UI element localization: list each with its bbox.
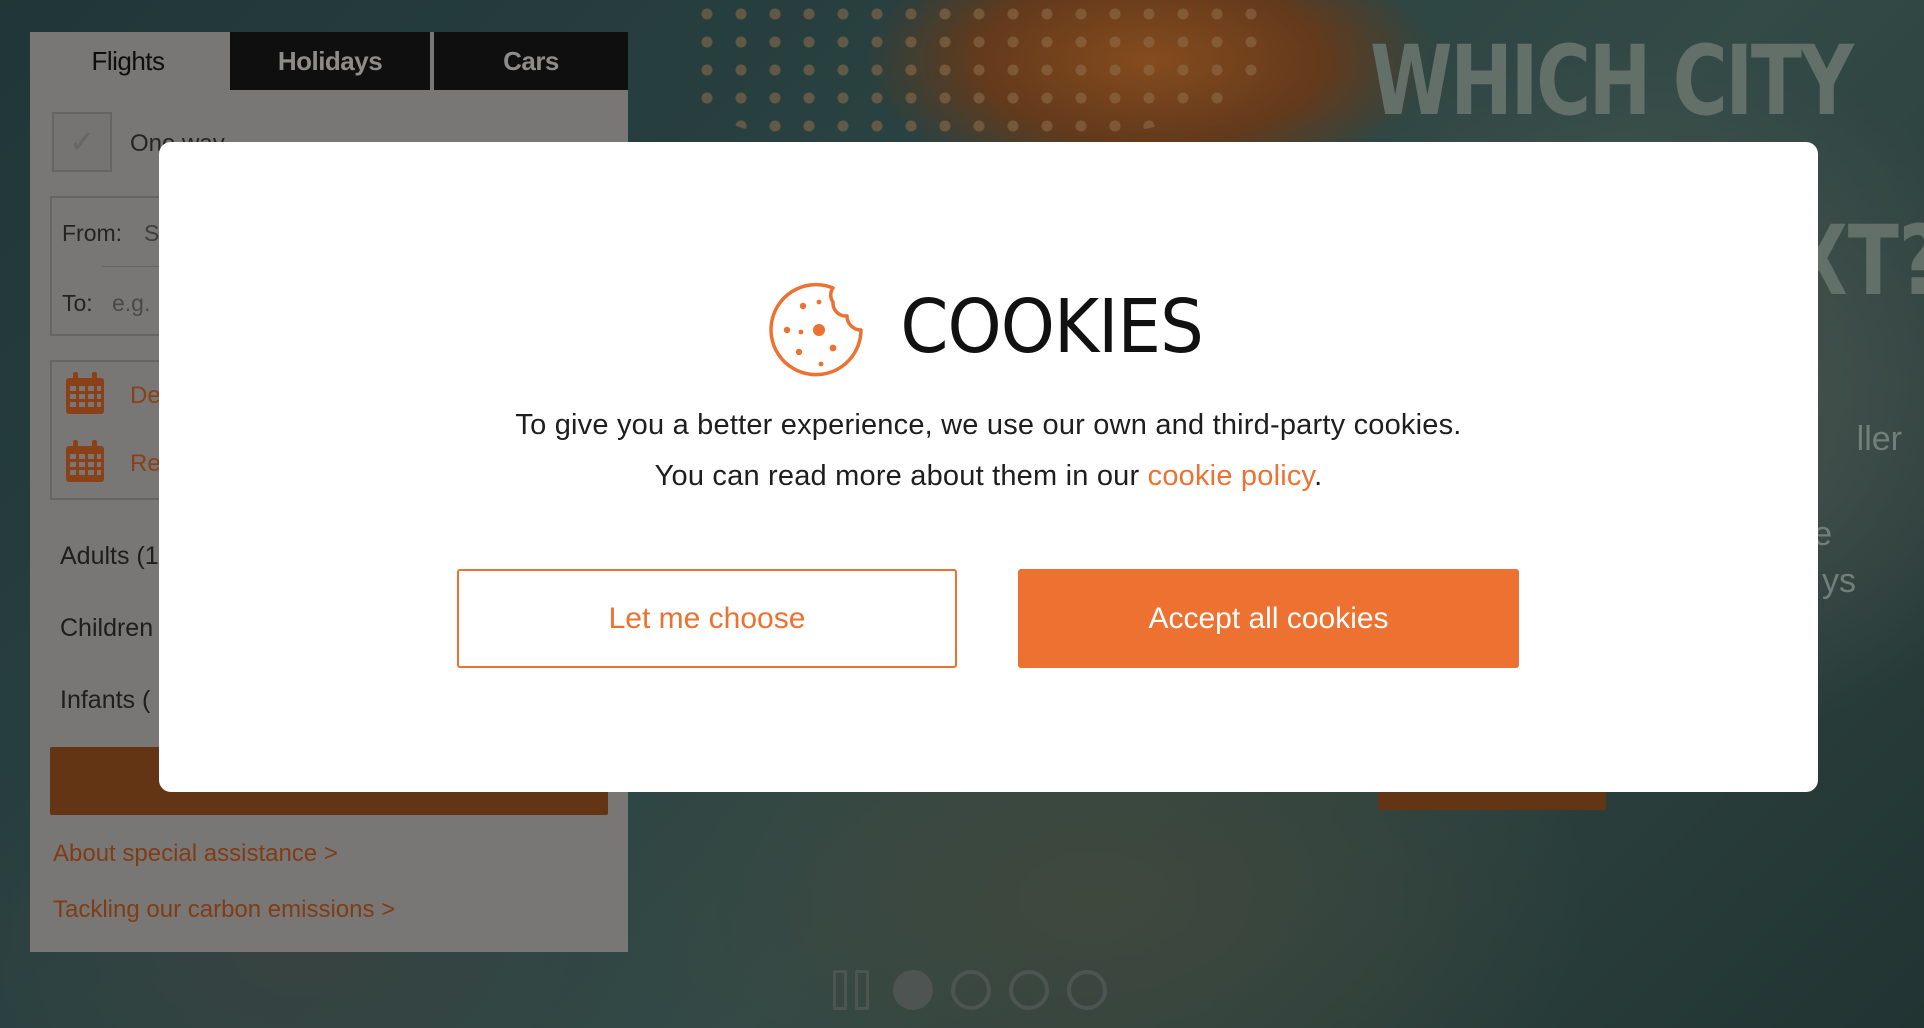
cookie-consent-dialog: COOKIES To give you a better experience,… [159, 142, 1818, 792]
accept-all-cookies-button[interactable]: Accept all cookies [1018, 569, 1519, 668]
cookie-text-suffix: . [1314, 460, 1323, 492]
cookie-dialog-header: COOKIES [159, 270, 1818, 384]
cookie-policy-link[interactable]: cookie policy [1148, 460, 1314, 492]
cookie-dialog-text-2: You can read more about them in our cook… [159, 460, 1818, 493]
cookie-dialog-text: To give you a better experience, we use … [515, 409, 1462, 441]
cookie-icon [769, 282, 863, 377]
let-me-choose-button[interactable]: Let me choose [457, 569, 957, 668]
cookie-text-prefix: You can read more about them in our [654, 460, 1148, 492]
cookie-dialog-title: COOKIES [900, 284, 1203, 370]
